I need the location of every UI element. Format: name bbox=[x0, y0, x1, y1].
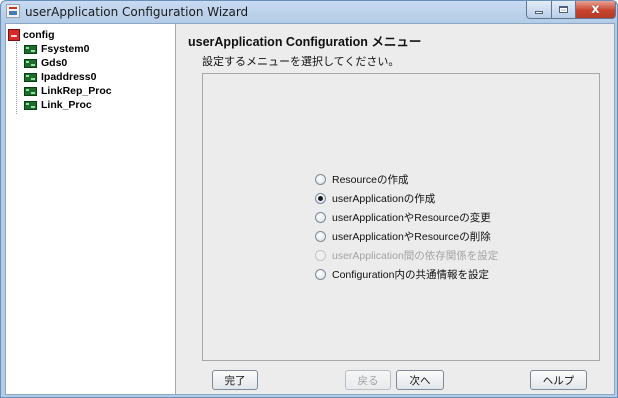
page-title: userApplication Configuration メニュー bbox=[188, 35, 422, 49]
option-label: userApplication間の依存関係を設定 bbox=[332, 249, 499, 262]
close-icon: x bbox=[591, 1, 600, 17]
tree-node-label: Fsystem0 bbox=[41, 43, 90, 55]
tree-node-label: Ipaddress0 bbox=[41, 71, 97, 83]
configuration-tree[interactable]: config Fsystem0 Gds0 Ipaddress0 LinkRep_… bbox=[6, 24, 176, 394]
resource-node-icon bbox=[24, 100, 37, 110]
instruction-text: 設定するメニューを選択してください。 bbox=[202, 55, 400, 68]
tree-node-config[interactable]: config bbox=[8, 28, 55, 42]
option-label: Resourceの作成 bbox=[332, 173, 409, 186]
option-label: userApplicationの作成 bbox=[332, 192, 436, 205]
radio-button-disabled bbox=[315, 249, 326, 261]
radio-button[interactable] bbox=[315, 268, 326, 280]
radio-button[interactable] bbox=[315, 230, 326, 242]
resource-node-icon bbox=[24, 86, 37, 96]
tree-node-ipaddress0[interactable]: Ipaddress0 bbox=[24, 70, 96, 84]
option-label: userApplicationやResourceの削除 bbox=[332, 230, 491, 243]
maximize-icon bbox=[559, 6, 568, 13]
close-button[interactable]: x bbox=[576, 1, 616, 19]
radio-button[interactable] bbox=[315, 173, 326, 185]
maximize-button[interactable] bbox=[552, 1, 576, 19]
radio-button-selected[interactable] bbox=[315, 192, 326, 204]
resource-node-icon bbox=[24, 58, 37, 68]
finish-button[interactable]: 完了 bbox=[212, 370, 258, 390]
radio-button[interactable] bbox=[315, 211, 326, 223]
tree-node-label: Gds0 bbox=[41, 57, 68, 69]
resource-node-icon bbox=[24, 44, 37, 54]
app-icon bbox=[6, 4, 20, 18]
option-common-info[interactable]: Configuration内の共通情報を設定 bbox=[315, 266, 489, 282]
resource-node-icon bbox=[24, 72, 37, 82]
window-title: userApplication Configuration Wizard bbox=[25, 5, 249, 19]
option-set-dependencies: userApplication間の依存関係を設定 bbox=[315, 247, 498, 263]
wizard-window: userApplication Configuration Wizard x c… bbox=[0, 0, 618, 398]
next-button[interactable]: 次へ bbox=[396, 370, 444, 390]
back-button: 戻る bbox=[345, 370, 391, 390]
tree-node-link-proc[interactable]: Link_Proc bbox=[24, 98, 92, 112]
wizard-client-area: config Fsystem0 Gds0 Ipaddress0 LinkRep_… bbox=[5, 23, 615, 395]
option-label: Configuration内の共通情報を設定 bbox=[332, 268, 489, 281]
option-create-resource[interactable]: Resourceの作成 bbox=[315, 171, 408, 187]
tree-node-linkrep-proc[interactable]: LinkRep_Proc bbox=[24, 84, 112, 98]
tree-node-label: LinkRep_Proc bbox=[41, 85, 112, 97]
minimize-button[interactable] bbox=[526, 1, 552, 19]
tree-node-label: Link_Proc bbox=[41, 99, 92, 111]
tree-node-gds0[interactable]: Gds0 bbox=[24, 56, 67, 70]
option-modify[interactable]: userApplicationやResourceの変更 bbox=[315, 209, 491, 225]
tree-node-fsystem0[interactable]: Fsystem0 bbox=[24, 42, 89, 56]
config-folder-icon bbox=[8, 29, 20, 41]
title-bar[interactable]: userApplication Configuration Wizard x bbox=[1, 1, 617, 23]
minimize-icon bbox=[535, 11, 543, 14]
option-panel: Resourceの作成 userApplicationの作成 userAppli… bbox=[202, 73, 600, 361]
tree-guide-line bbox=[16, 42, 17, 114]
tree-node-label: config bbox=[23, 29, 55, 41]
option-delete[interactable]: userApplicationやResourceの削除 bbox=[315, 228, 491, 244]
menu-content: userApplication Configuration メニュー 設定するメ… bbox=[182, 24, 614, 394]
option-create-userapplication[interactable]: userApplicationの作成 bbox=[315, 190, 435, 206]
help-button[interactable]: ヘルプ bbox=[530, 370, 587, 390]
option-label: userApplicationやResourceの変更 bbox=[332, 211, 491, 224]
